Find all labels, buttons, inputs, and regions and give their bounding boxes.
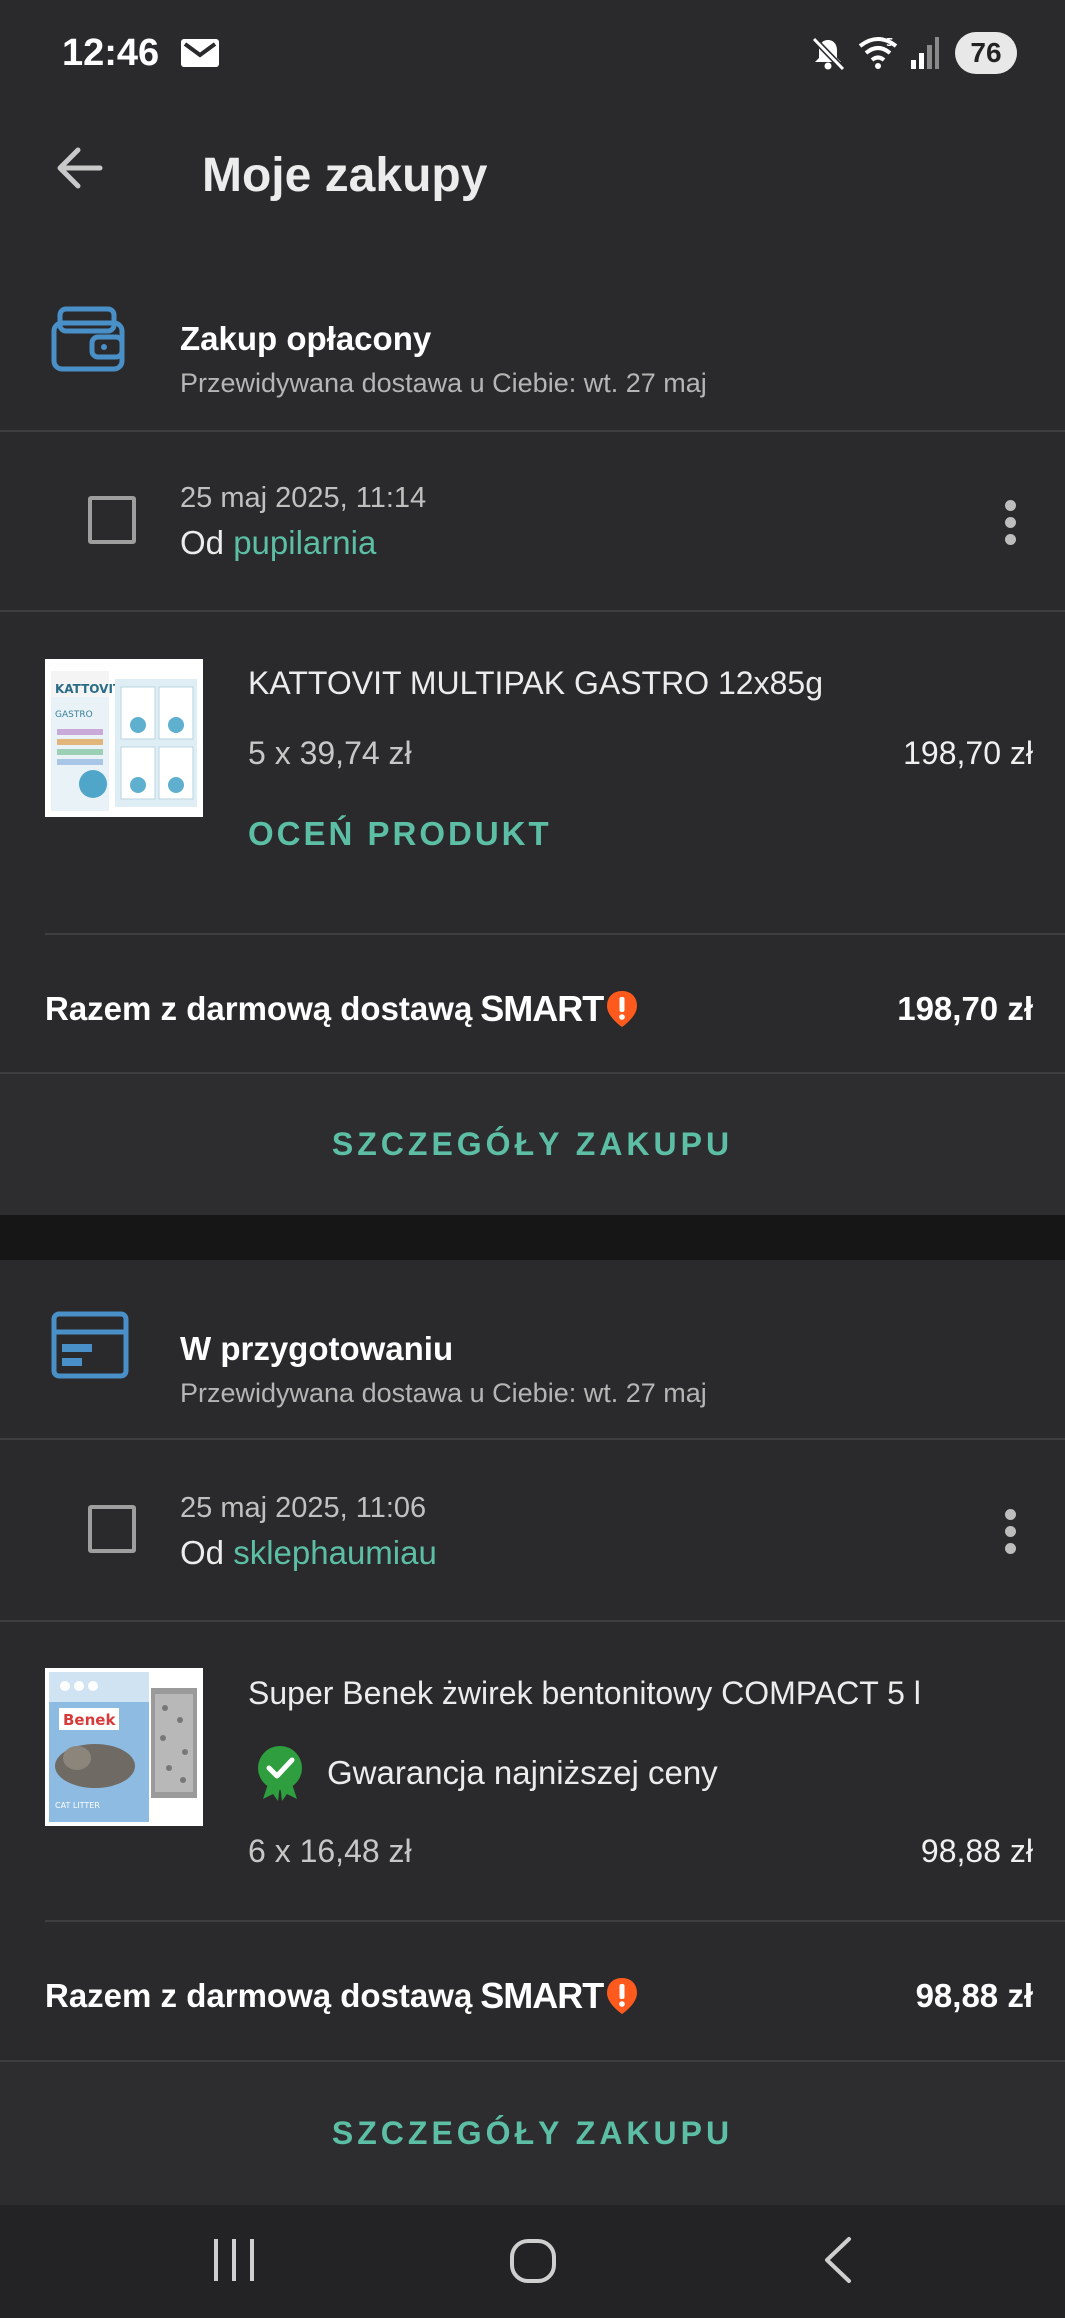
purchase-checkbox[interactable] — [88, 1505, 136, 1553]
app-bar: Moje zakupy — [0, 110, 1065, 260]
purchase-card: Zakup opłacony Przewidywana dostawa u Ci… — [0, 260, 1065, 1215]
seller-prefix: Od — [180, 1534, 225, 1571]
line-price: 98,88 zł — [920, 1833, 1033, 1869]
svg-text:5: 5 — [886, 36, 894, 49]
line-price: 198,70 zł — [903, 735, 1033, 771]
status-title: W przygotowaniu — [180, 1330, 454, 1367]
product-name[interactable]: Super Benek żwirek bentonitowy COMPACT 5… — [248, 1675, 921, 1712]
divider — [0, 610, 1065, 612]
wallet-icon — [51, 306, 125, 372]
smart-badge-icon — [607, 1978, 638, 2014]
more-options-icon[interactable] — [995, 496, 1025, 556]
total-label: Razem z darmową dostawą SMART — [45, 1975, 639, 2017]
mail-icon — [181, 39, 219, 67]
signal-icon — [911, 37, 939, 69]
seller-line: Od sklephaumiau — [180, 1534, 437, 1572]
smart-label: SMART — [480, 1975, 604, 2016]
battery-indicator: 76 — [955, 32, 1017, 74]
guarantee-check-icon — [258, 1746, 302, 1801]
purchase-details-button[interactable]: SZCZEGÓŁY ZAKUPU — [0, 2062, 1065, 2205]
product-thumbnail[interactable]: Benek CAT LITTER — [45, 1668, 203, 1826]
mute-icon — [811, 36, 846, 72]
system-nav-bar — [0, 2205, 1065, 2318]
box-icon — [51, 1311, 129, 1379]
smart-label: SMART — [480, 988, 604, 1029]
more-options-icon[interactable] — [995, 1505, 1025, 1565]
thumb-sub: GASTRO — [55, 710, 93, 720]
status-time: 12:46 — [62, 32, 160, 74]
quantity-price: 6 x 16,48 zł — [248, 1833, 412, 1869]
purchase-checkbox[interactable] — [88, 496, 136, 544]
purchase-date: 25 maj 2025, 11:14 — [180, 482, 427, 514]
divider — [0, 1620, 1065, 1622]
arrow-left-icon[interactable] — [50, 138, 110, 198]
guarantee-badge: Gwarancja najniższej ceny — [255, 1743, 718, 1803]
divider — [45, 933, 1065, 935]
total-label-text: Razem z darmową dostawą — [45, 990, 473, 1027]
status-title: Zakup opłacony — [180, 320, 432, 357]
total-label-text: Razem z darmową dostawą — [45, 1977, 473, 2014]
recent-apps-icon[interactable] — [210, 2235, 258, 2285]
delivery-estimate: Przewidywana dostawa u Ciebie: wt. 27 ma… — [180, 368, 707, 398]
wifi-icon: 5 — [858, 36, 898, 69]
total-label: Razem z darmową dostawą SMART — [45, 988, 639, 1030]
divider — [0, 1438, 1065, 1440]
product-thumbnail[interactable]: KATTOVIT GASTRO — [45, 659, 203, 817]
total-value: 98,88 zł — [915, 1977, 1033, 2014]
guarantee-label: Gwarancja najniższej ceny — [327, 1754, 718, 1791]
status-bar: 12:46 5 76 — [0, 0, 1065, 110]
rate-product-button[interactable]: OCEŃ PRODUKT — [248, 815, 552, 853]
delivery-estimate: Przewidywana dostawa u Ciebie: wt. 27 ma… — [180, 1378, 707, 1408]
thumb-brand: KATTOVIT — [55, 682, 122, 696]
purchase-date: 25 maj 2025, 11:06 — [180, 1492, 427, 1524]
purchase-card: W przygotowaniu Przewidywana dostawa u C… — [0, 1260, 1065, 2205]
seller-link[interactable]: pupilarnia — [233, 524, 376, 561]
total-value: 198,70 zł — [897, 990, 1033, 1027]
page-title: Moje zakupy — [202, 149, 488, 202]
divider — [0, 430, 1065, 432]
smart-badge-icon — [607, 991, 638, 1027]
seller-line: Od pupilarnia — [180, 524, 376, 562]
thumb-brand: Benek — [63, 1711, 116, 1729]
back-nav-icon[interactable] — [815, 2235, 859, 2285]
purchase-details-button[interactable]: SZCZEGÓŁY ZAKUPU — [0, 1074, 1065, 1215]
seller-link[interactable]: sklephaumiau — [233, 1534, 437, 1571]
quantity-price: 5 x 39,74 zł — [248, 735, 412, 771]
divider — [45, 1920, 1065, 1922]
seller-prefix: Od — [180, 524, 225, 561]
card-gap — [0, 1215, 1065, 1260]
product-name[interactable]: KATTOVIT MULTIPAK GASTRO 12x85g — [248, 665, 823, 702]
home-icon[interactable] — [508, 2235, 558, 2285]
thumb-sub: CAT LITTER — [55, 1801, 100, 1810]
